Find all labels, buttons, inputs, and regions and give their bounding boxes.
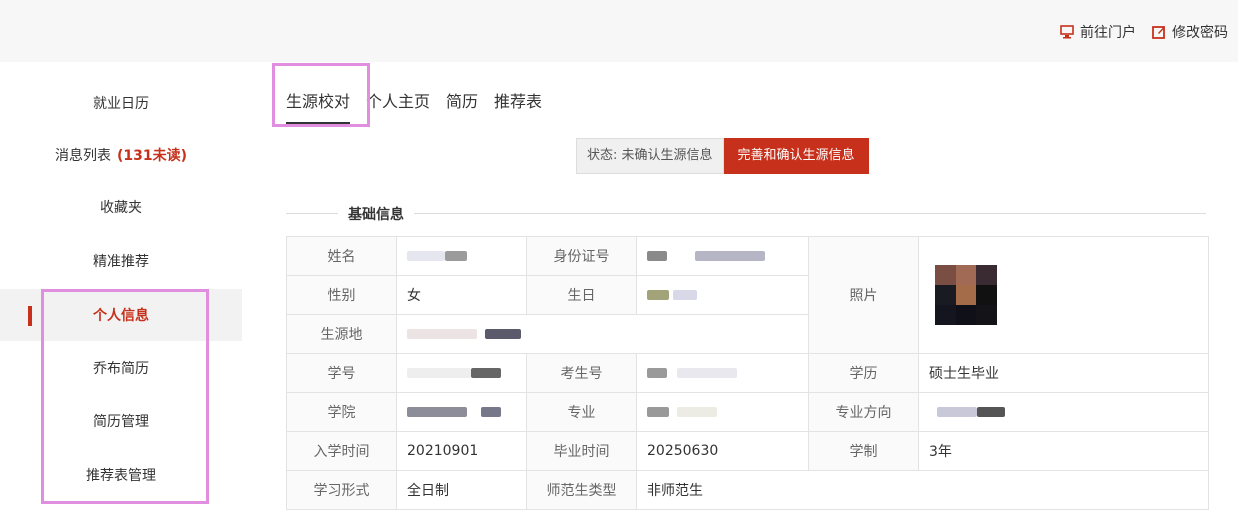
photo-label: 照片	[808, 236, 919, 354]
length-label: 学制	[808, 431, 919, 471]
sidebar-item-recommend[interactable]: 精准推荐	[0, 235, 242, 287]
origin-label: 生源地	[286, 314, 397, 354]
normal-type-value: 非师范生	[636, 470, 1209, 510]
sidebar-item-label: 简历管理	[93, 414, 149, 430]
table-row: 学号 考生号 学历 硕士生毕业	[286, 353, 1209, 393]
gender-value: 女	[396, 275, 527, 315]
basic-info-table: 姓名 身份证号 照片 性别 女 生日 生源地 学号 考生号 学历 硕士生毕业 学…	[286, 236, 1209, 510]
gender-label: 性别	[286, 275, 397, 315]
sidebar-item-messages[interactable]: 消息列表 (131未读)	[0, 129, 242, 181]
confirm-info-button[interactable]: 完善和确认生源信息	[723, 138, 869, 174]
sidebar-item-label: 就业日历	[93, 96, 149, 112]
section-divider	[286, 213, 1206, 214]
photo-cell	[918, 236, 1209, 354]
top-bar: 前往门户 修改密码	[0, 0, 1238, 62]
sidebar-item-recommend-form[interactable]: 推荐表管理	[0, 449, 242, 501]
sidebar-item-favorites[interactable]: 收藏夹	[0, 181, 242, 233]
sidebar-item-label: 收藏夹	[100, 200, 142, 216]
id-value	[636, 236, 809, 276]
college-value	[396, 392, 527, 432]
study-form-label: 学习形式	[286, 470, 397, 510]
tab-bar: 生源校对 个人主页 简历 推荐表	[286, 88, 542, 124]
sidebar-item-label: 个人信息	[93, 308, 149, 324]
name-label: 姓名	[286, 236, 397, 276]
student-no-label: 学号	[286, 353, 397, 393]
college-label: 学院	[286, 392, 397, 432]
student-no-value	[396, 353, 527, 393]
tab-source-check[interactable]: 生源校对	[286, 88, 351, 124]
birthday-value	[636, 275, 809, 315]
id-label: 身份证号	[526, 236, 637, 276]
education-value: 硕士生毕业	[918, 353, 1209, 393]
direction-label: 专业方向	[808, 392, 919, 432]
unread-badge: (131未读)	[116, 148, 188, 164]
normal-type-label: 师范生类型	[526, 470, 637, 510]
name-value	[396, 236, 527, 276]
table-row: 学院 专业 专业方向	[286, 392, 1209, 432]
top-links: 前往门户 修改密码	[1060, 22, 1228, 42]
education-label: 学历	[808, 353, 919, 393]
major-label: 专业	[526, 392, 637, 432]
sidebar-item-label: 推荐表管理	[86, 468, 156, 484]
sidebar-item-label: 乔布简历	[93, 361, 149, 377]
portal-link[interactable]: 前往门户	[1060, 22, 1136, 42]
table-row: 学习形式 全日制 师范生类型 非师范生	[286, 470, 1209, 510]
exam-no-value	[636, 353, 809, 393]
change-password-label: 修改密码	[1172, 25, 1228, 41]
sidebar-item-resume-manage[interactable]: 简历管理	[0, 395, 242, 447]
birthday-label: 生日	[526, 275, 637, 315]
tab-homepage[interactable]: 个人主页	[366, 88, 430, 124]
status-text: 状态: 未确认生源信息	[576, 138, 724, 174]
edit-icon	[1152, 26, 1165, 39]
tab-resume[interactable]: 简历	[446, 88, 478, 124]
length-value: 3年	[918, 431, 1209, 471]
sidebar-item-jobs-resume[interactable]: 乔布简历	[0, 342, 242, 394]
sidebar-item-label: 消息列表	[54, 148, 111, 164]
grad-value: 20250630	[636, 431, 809, 471]
section-title: 基础信息	[338, 204, 414, 224]
portal-label: 前往门户	[1080, 25, 1136, 41]
table-row: 入学时间 20210901 毕业时间 20250630 学制 3年	[286, 431, 1209, 471]
status-bar: 状态: 未确认生源信息 完善和确认生源信息	[576, 138, 869, 174]
study-form-value: 全日制	[396, 470, 527, 510]
enroll-label: 入学时间	[286, 431, 397, 471]
sidebar-item-label: 精准推荐	[93, 254, 149, 270]
origin-value	[396, 314, 809, 354]
monitor-icon	[1060, 25, 1074, 39]
sidebar-item-calendar[interactable]: 就业日历	[0, 77, 242, 129]
change-password-link[interactable]: 修改密码	[1152, 22, 1228, 42]
major-value	[636, 392, 809, 432]
table-row: 姓名 身份证号 照片	[286, 236, 1209, 354]
grad-label: 毕业时间	[526, 431, 637, 471]
avatar	[935, 265, 997, 325]
enroll-value: 20210901	[396, 431, 527, 471]
sidebar-item-personal-info[interactable]: 个人信息	[0, 289, 242, 341]
exam-no-label: 考生号	[526, 353, 637, 393]
direction-value	[918, 392, 1209, 432]
tab-recommend-form[interactable]: 推荐表	[494, 88, 542, 124]
